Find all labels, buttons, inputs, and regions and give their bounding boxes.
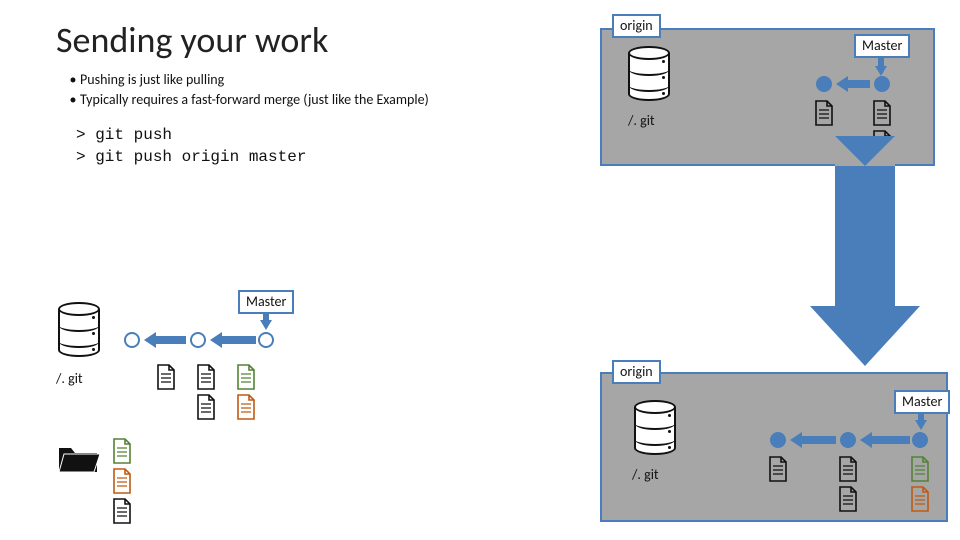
file-icon <box>112 498 132 524</box>
database-icon <box>634 400 676 462</box>
code-line: > git push <box>76 125 306 147</box>
bullet-icon: • <box>66 70 80 90</box>
file-icon <box>910 456 930 482</box>
file-icon <box>112 438 132 464</box>
file-icon <box>910 486 930 512</box>
file-icon <box>196 364 216 390</box>
code-block: > git push > git push origin master <box>76 125 306 168</box>
file-icon <box>196 394 216 420</box>
file-icon <box>112 468 132 494</box>
bullet-text: Pushing is just like pulling <box>80 70 224 90</box>
slide-title: Sending your work <box>56 18 328 62</box>
commit-node <box>190 332 206 348</box>
bullet-item: • Typically requires a fast-forward merg… <box>66 90 429 110</box>
commit-node <box>770 432 786 448</box>
master-tag: Master <box>238 290 294 314</box>
master-arrow-head <box>260 320 272 330</box>
master-tag: Master <box>854 34 910 58</box>
master-arrow-shaft <box>878 58 884 66</box>
commit-node <box>124 332 140 348</box>
database-icon <box>628 46 670 108</box>
master-arrow-head <box>875 66 887 76</box>
bullet-item: • Pushing is just like pulling <box>66 70 429 90</box>
master-arrow-head <box>915 420 927 430</box>
master-tag: Master <box>894 390 950 414</box>
file-icon <box>838 486 858 512</box>
bullet-icon: • <box>66 90 80 110</box>
commit-node <box>912 432 928 448</box>
gitdir-label: /. git <box>56 370 83 387</box>
commit-node <box>258 332 274 348</box>
file-icon <box>814 100 834 126</box>
bullet-text: Typically requires a fast-forward merge … <box>80 90 429 110</box>
folder-open-icon <box>56 440 102 476</box>
file-icon <box>872 100 892 126</box>
commit-node <box>874 76 890 92</box>
code-line: > git push origin master <box>76 147 306 169</box>
file-icon <box>768 456 788 482</box>
bullet-list: • Pushing is just like pulling • Typical… <box>66 70 429 111</box>
file-icon <box>156 364 176 390</box>
file-icon <box>838 456 858 482</box>
origin-tag: origin <box>612 360 661 384</box>
commit-node <box>816 76 832 92</box>
file-icon <box>236 394 256 420</box>
origin-tag: origin <box>612 14 661 38</box>
file-icon <box>236 364 256 390</box>
gitdir-label: /. git <box>628 112 655 129</box>
commit-node <box>840 432 856 448</box>
database-icon <box>58 302 100 364</box>
gitdir-label: /. git <box>632 466 659 483</box>
